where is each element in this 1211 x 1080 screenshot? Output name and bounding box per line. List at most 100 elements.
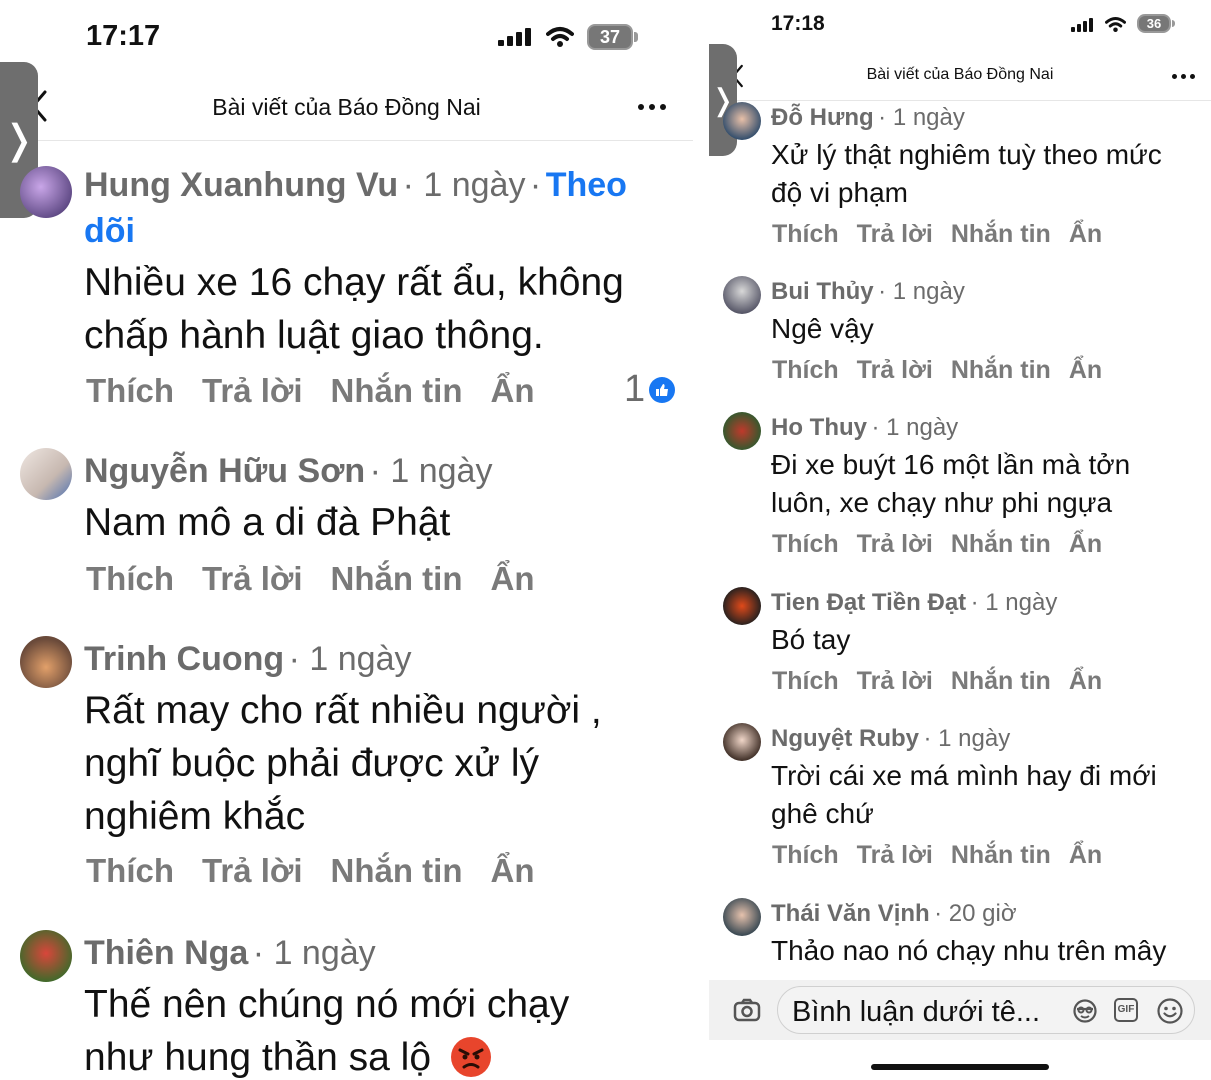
message-button[interactable]: Nhắn tin bbox=[951, 356, 1051, 385]
message-button[interactable]: Nhắn tin bbox=[951, 667, 1051, 696]
comment-time: · 1 ngày bbox=[252, 934, 376, 972]
follow-link[interactable]: Theo bbox=[546, 166, 627, 204]
status-time: 17:17 bbox=[86, 20, 161, 52]
angry-emoji-icon bbox=[450, 1037, 491, 1077]
comment: Hung Xuanhung Vu · 1 ngày · Theo dõi Nhi… bbox=[0, 160, 693, 430]
like-button[interactable]: Thích bbox=[772, 220, 839, 249]
commenter-name[interactable]: Ho Thuy bbox=[771, 414, 867, 441]
like-icon bbox=[649, 376, 676, 403]
comment-line: Trời cái xe má mình hay đi mới bbox=[771, 760, 1157, 791]
reaction-count-value: 1 bbox=[624, 368, 646, 410]
sticker-icon[interactable] bbox=[1072, 999, 1098, 1023]
hide-button[interactable]: Ẩn bbox=[1069, 356, 1102, 385]
avatar[interactable] bbox=[20, 166, 72, 218]
like-button[interactable]: Thích bbox=[772, 841, 839, 870]
comment-actions: Thích Trả lời Nhắn tin Ẩn bbox=[86, 372, 534, 410]
message-button[interactable]: Nhắn tin bbox=[331, 560, 463, 598]
reply-button[interactable]: Trả lời bbox=[857, 667, 933, 696]
comment: Thiên Nga · 1 ngày Thế nên chúng nó mới … bbox=[0, 930, 693, 1080]
status-time: 17:18 bbox=[771, 12, 825, 35]
comment-line: nghiêm khắc bbox=[84, 795, 306, 838]
comment-actions: Thích Trả lời Nhắn tin Ẩn bbox=[86, 560, 534, 598]
reply-button[interactable]: Trả lời bbox=[202, 560, 303, 598]
wifi-icon bbox=[1105, 17, 1126, 32]
signal-icon bbox=[1071, 18, 1093, 32]
more-icon[interactable] bbox=[638, 104, 666, 110]
comment: Tien Đạt Tiền Đạt · 1 ngày Bó tay Thích … bbox=[709, 587, 1211, 707]
avatar[interactable] bbox=[723, 587, 761, 625]
reply-button[interactable]: Trả lời bbox=[857, 220, 933, 249]
commenter-name[interactable]: Trinh Cuong bbox=[84, 640, 284, 678]
nav-title: Bài viết của Báo Đồng Nai bbox=[212, 94, 481, 120]
like-button[interactable]: Thích bbox=[86, 852, 174, 890]
commenter-name[interactable]: Thái Văn Vịnh bbox=[771, 900, 930, 927]
message-button[interactable]: Nhắn tin bbox=[331, 372, 463, 410]
like-button[interactable]: Thích bbox=[772, 667, 839, 696]
comment-text: Nam mô a di đà Phật bbox=[84, 496, 450, 549]
comment-actions: Thích Trả lời Nhắn tin Ẩn bbox=[86, 852, 534, 890]
hide-button[interactable]: Ẩn bbox=[490, 852, 534, 890]
comment: Nguyễn Hữu Sơn · 1 ngày Nam mô a di đà P… bbox=[0, 448, 693, 608]
reaction-count[interactable]: 1 bbox=[624, 368, 676, 411]
reply-button[interactable]: Trả lời bbox=[857, 356, 933, 385]
comment-actions: Thích Trả lời Nhắn tin Ẩn bbox=[772, 841, 1102, 870]
reply-button[interactable]: Trả lời bbox=[202, 852, 303, 890]
follow-link-cont[interactable]: dõi bbox=[84, 212, 135, 251]
like-button[interactable]: Thích bbox=[86, 372, 174, 410]
message-button[interactable]: Nhắn tin bbox=[951, 220, 1051, 249]
hide-button[interactable]: Ẩn bbox=[1069, 530, 1102, 559]
hide-button[interactable]: Ẩn bbox=[490, 560, 534, 598]
comment-time: · 1 ngày bbox=[871, 414, 959, 441]
avatar[interactable] bbox=[20, 636, 72, 688]
comment-composer: Bình luận dưới tê... GIF bbox=[709, 980, 1211, 1040]
comment-text: Xử lý thật nghiêm tuỳ theo mức độ vi phạ… bbox=[771, 136, 1162, 212]
hide-button[interactable]: Ẩn bbox=[1069, 841, 1102, 870]
camera-icon[interactable] bbox=[733, 998, 761, 1022]
message-button[interactable]: Nhắn tin bbox=[331, 852, 463, 890]
comment-text: Nhiều xe 16 chạy rất ẩu, không chấp hành… bbox=[84, 256, 624, 362]
avatar[interactable] bbox=[20, 448, 72, 500]
avatar[interactable] bbox=[723, 102, 761, 140]
comment: Ho Thuy · 1 ngày Đi xe buýt 16 một lần m… bbox=[709, 412, 1211, 568]
comment-line: luôn, xe chạy như phi ngựa bbox=[771, 487, 1113, 518]
like-button[interactable]: Thích bbox=[772, 530, 839, 559]
more-icon[interactable] bbox=[1172, 74, 1195, 79]
comment-actions: Thích Trả lời Nhắn tin Ẩn bbox=[772, 530, 1102, 559]
comment-line: Xử lý thật nghiêm tuỳ theo mức bbox=[771, 139, 1162, 170]
right-screenshot: 17:18 36 Bài viết của Báo Đồng Nai ❭ Đỗ … bbox=[709, 0, 1211, 1080]
reply-button[interactable]: Trả lời bbox=[202, 372, 303, 410]
avatar[interactable] bbox=[723, 898, 761, 936]
comment-text: Bó tay bbox=[771, 621, 850, 659]
message-button[interactable]: Nhắn tin bbox=[951, 530, 1051, 559]
hide-button[interactable]: Ẩn bbox=[1069, 667, 1102, 696]
like-button[interactable]: Thích bbox=[772, 356, 839, 385]
commenter-name[interactable]: Bui Thủy bbox=[771, 278, 874, 305]
commenter-name[interactable]: Đỗ Hưng bbox=[771, 104, 874, 131]
message-button[interactable]: Nhắn tin bbox=[951, 841, 1051, 870]
commenter-name[interactable]: Nguyễn Hữu Sơn bbox=[84, 452, 365, 490]
like-button[interactable]: Thích bbox=[86, 560, 174, 598]
gif-icon[interactable]: GIF bbox=[1114, 998, 1138, 1022]
avatar[interactable] bbox=[723, 276, 761, 314]
comment-text: Thảo nao nó chạy nhu trên mây bbox=[771, 932, 1166, 970]
battery-nub bbox=[634, 32, 638, 42]
commenter-name[interactable]: Hung Xuanhung Vu bbox=[84, 166, 398, 204]
reply-button[interactable]: Trả lời bbox=[857, 841, 933, 870]
commenter-name[interactable]: Thiên Nga bbox=[84, 934, 248, 972]
comment-line: ghê chứ bbox=[771, 798, 874, 829]
comment-text: Trời cái xe má mình hay đi mới ghê chứ bbox=[771, 757, 1157, 833]
comment-input[interactable]: Bình luận dưới tê... GIF bbox=[777, 986, 1195, 1034]
avatar[interactable] bbox=[723, 723, 761, 761]
reply-button[interactable]: Trả lời bbox=[857, 530, 933, 559]
comment-line: Thế nên chúng nó mới chạy bbox=[84, 983, 570, 1026]
comment-actions: Thích Trả lời Nhắn tin Ẩn bbox=[772, 220, 1102, 249]
hide-button[interactable]: Ẩn bbox=[490, 372, 534, 410]
avatar[interactable] bbox=[20, 930, 72, 982]
emoji-icon[interactable] bbox=[1156, 997, 1184, 1025]
hide-button[interactable]: Ẩn bbox=[1069, 220, 1102, 249]
comment-time: · 20 giờ bbox=[934, 900, 1017, 927]
commenter-name[interactable]: Nguyệt Ruby bbox=[771, 725, 919, 752]
avatar[interactable] bbox=[723, 412, 761, 450]
commenter-name[interactable]: Tien Đạt Tiền Đạt bbox=[771, 589, 966, 616]
follow-dot: · bbox=[529, 166, 542, 204]
